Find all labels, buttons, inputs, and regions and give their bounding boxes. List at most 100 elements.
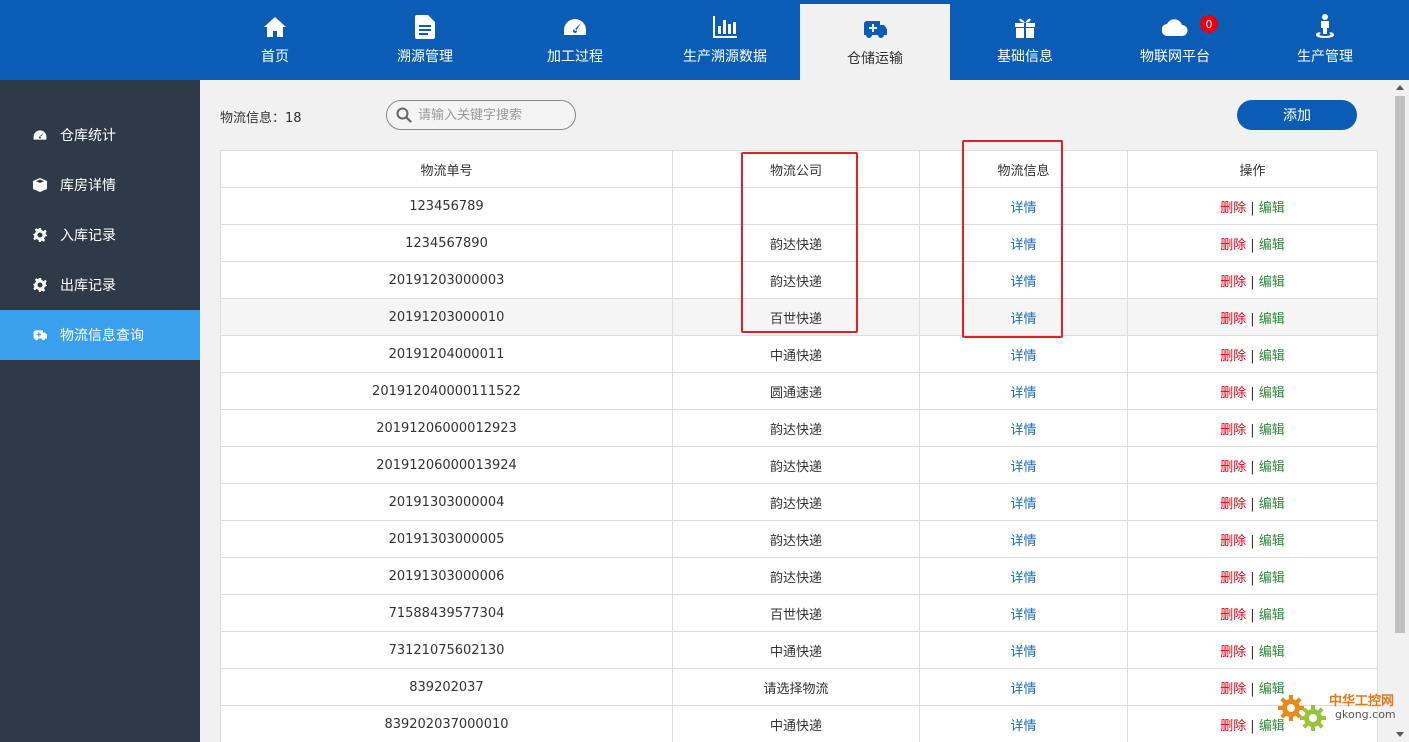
edit-link[interactable]: 编辑 xyxy=(1259,497,1285,512)
nav-item-1[interactable]: 溯源管理 xyxy=(350,0,500,80)
watermark-url: gkong.com xyxy=(1335,708,1396,721)
detail-link[interactable]: 详情 xyxy=(1010,719,1036,734)
delete-link[interactable]: 删除 xyxy=(1220,386,1246,401)
delete-link[interactable]: 删除 xyxy=(1220,645,1246,660)
edit-link[interactable]: 编辑 xyxy=(1259,275,1285,290)
company-cell: 百世快递 xyxy=(672,298,920,336)
action-separator: | xyxy=(1250,570,1255,586)
detail-link[interactable]: 详情 xyxy=(1010,497,1036,512)
tracking-no-cell: 20191203000010 xyxy=(220,298,673,336)
edit-link[interactable]: 编辑 xyxy=(1259,534,1285,549)
delete-link[interactable]: 删除 xyxy=(1220,719,1246,734)
company-cell: 中通快递 xyxy=(672,335,920,373)
tracking-no-cell: 73121075602130 xyxy=(220,631,673,669)
dashboard-icon xyxy=(563,14,587,40)
search-input[interactable] xyxy=(418,107,568,123)
vertical-scrollbar[interactable] xyxy=(1393,80,1409,742)
header-tracking-no: 物流单号 xyxy=(220,150,673,188)
sidebar-item-0[interactable]: 仓库统计 xyxy=(0,110,200,160)
edit-link[interactable]: 编辑 xyxy=(1259,238,1285,253)
info-cell: 详情 xyxy=(919,631,1128,669)
edit-link[interactable]: 编辑 xyxy=(1259,423,1285,438)
company-cell: 圆通速递 xyxy=(672,372,920,410)
tracking-no-cell: 20191206000013924 xyxy=(220,446,673,484)
company-cell: 韵达快递 xyxy=(672,224,920,262)
nav-item-6[interactable]: 物联网平台 0 xyxy=(1100,0,1250,80)
detail-link[interactable]: 详情 xyxy=(1010,238,1036,253)
nav-item-4[interactable]: 仓储运输 xyxy=(800,4,950,80)
edit-link[interactable]: 编辑 xyxy=(1259,571,1285,586)
delete-link[interactable]: 删除 xyxy=(1220,608,1246,623)
nav-item-7[interactable]: 生产管理 xyxy=(1250,0,1400,80)
detail-link[interactable]: 详情 xyxy=(1010,201,1036,216)
table-row: 839202037000010 中通快递 详情 删除 | 编辑 xyxy=(220,705,1378,742)
delete-link[interactable]: 删除 xyxy=(1220,460,1246,475)
gear-logo-icon xyxy=(1278,695,1326,731)
nav-item-label: 基础信息 xyxy=(997,49,1053,65)
delete-link[interactable]: 删除 xyxy=(1220,312,1246,327)
info-cell: 详情 xyxy=(919,298,1128,336)
detail-link[interactable]: 详情 xyxy=(1010,608,1036,623)
detail-link[interactable]: 详情 xyxy=(1010,386,1036,401)
edit-link[interactable]: 编辑 xyxy=(1259,386,1285,401)
edit-link[interactable]: 编辑 xyxy=(1259,349,1285,364)
detail-link[interactable]: 详情 xyxy=(1010,423,1036,438)
detail-link[interactable]: 详情 xyxy=(1010,534,1036,549)
edit-link[interactable]: 编辑 xyxy=(1259,312,1285,327)
actions-cell: 删除 | 编辑 xyxy=(1127,483,1378,521)
detail-link[interactable]: 详情 xyxy=(1010,312,1036,327)
nav-item-3[interactable]: 生产溯源数据 xyxy=(650,0,800,80)
delete-link[interactable]: 删除 xyxy=(1220,534,1246,549)
header-logistics-info: 物流信息 xyxy=(919,150,1128,188)
company-cell: 中通快递 xyxy=(672,631,920,669)
delete-link[interactable]: 删除 xyxy=(1220,682,1246,697)
add-button[interactable]: 添加 xyxy=(1237,100,1357,130)
sidebar-item-3[interactable]: 出库记录 xyxy=(0,260,200,310)
edit-link[interactable]: 编辑 xyxy=(1259,608,1285,623)
sidebar-item-4[interactable]: 物流信息查询 xyxy=(0,310,200,360)
edit-link[interactable]: 编辑 xyxy=(1259,460,1285,475)
table-row: 20191206000013924 韵达快递 详情 删除 | 编辑 xyxy=(220,446,1378,484)
nav-item-label: 生产管理 xyxy=(1297,49,1353,65)
nav-item-0[interactable]: 首页 xyxy=(200,0,350,80)
action-separator: | xyxy=(1250,533,1255,549)
detail-link[interactable]: 详情 xyxy=(1010,460,1036,475)
delete-link[interactable]: 删除 xyxy=(1220,571,1246,586)
watermark-title: 中华工控网 xyxy=(1329,694,1395,709)
detail-link[interactable]: 详情 xyxy=(1010,571,1036,586)
sidebar-item-label: 出库记录 xyxy=(60,278,116,294)
sidebar-item-2[interactable]: 入库记录 xyxy=(0,210,200,260)
nav-item-label: 生产溯源数据 xyxy=(683,49,767,65)
sidebar-item-1[interactable]: 库房详情 xyxy=(0,160,200,210)
header-actions: 操作 xyxy=(1127,150,1378,188)
search-box[interactable] xyxy=(386,100,576,130)
action-separator: | xyxy=(1250,644,1255,660)
delete-link[interactable]: 删除 xyxy=(1220,201,1246,216)
detail-link[interactable]: 详情 xyxy=(1010,349,1036,364)
action-separator: | xyxy=(1250,200,1255,216)
delete-link[interactable]: 删除 xyxy=(1220,349,1246,364)
delete-link[interactable]: 删除 xyxy=(1220,275,1246,290)
action-separator: | xyxy=(1250,311,1255,327)
edit-link[interactable]: 编辑 xyxy=(1259,645,1285,660)
info-cell: 详情 xyxy=(919,705,1128,742)
edit-link[interactable]: 编辑 xyxy=(1259,201,1285,216)
action-separator: | xyxy=(1250,237,1255,253)
delete-link[interactable]: 删除 xyxy=(1220,497,1246,512)
gift-icon xyxy=(1014,14,1036,40)
company-cell: 韵达快递 xyxy=(672,520,920,558)
detail-link[interactable]: 详情 xyxy=(1010,682,1036,697)
actions-cell: 删除 | 编辑 xyxy=(1127,298,1378,336)
scroll-up-icon[interactable] xyxy=(1396,85,1404,90)
nav-item-5[interactable]: 基础信息 xyxy=(950,0,1100,80)
nav-item-2[interactable]: 加工过程 xyxy=(500,0,650,80)
detail-link[interactable]: 详情 xyxy=(1010,645,1036,660)
actions-cell: 删除 | 编辑 xyxy=(1127,557,1378,595)
home-icon xyxy=(263,14,287,40)
sidebar-item-label: 入库记录 xyxy=(60,228,116,244)
scrollbar-thumb[interactable] xyxy=(1395,96,1405,633)
delete-link[interactable]: 删除 xyxy=(1220,423,1246,438)
delete-link[interactable]: 删除 xyxy=(1220,238,1246,253)
table-row: 201912040000111522 圆通速递 详情 删除 | 编辑 xyxy=(220,372,1378,410)
detail-link[interactable]: 详情 xyxy=(1010,275,1036,290)
